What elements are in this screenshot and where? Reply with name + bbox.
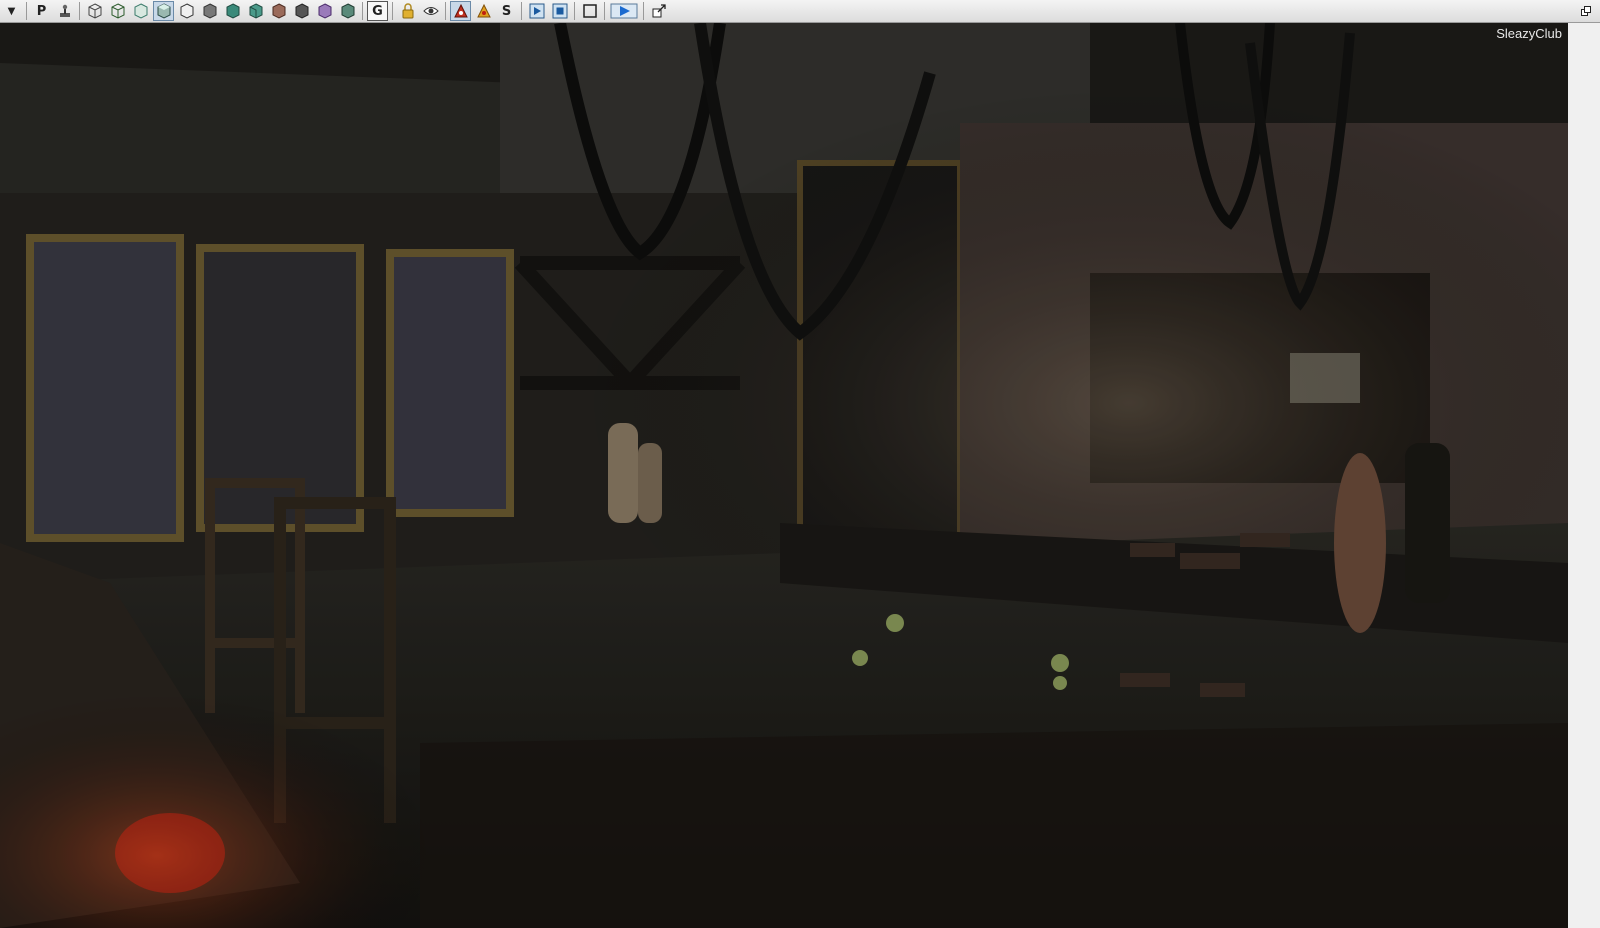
reflections-cube-icon xyxy=(318,3,331,19)
streaming-volumes-button[interactable] xyxy=(450,1,471,21)
toolbar-separator xyxy=(445,2,446,20)
brush-wireframe-cube-icon xyxy=(111,3,124,19)
post-process-icon xyxy=(476,3,491,18)
lock-view-button[interactable] xyxy=(397,1,418,21)
joystick-icon xyxy=(59,4,70,17)
maximize-viewport-button[interactable] xyxy=(579,1,600,21)
texture-density-view-button[interactable] xyxy=(245,1,266,21)
detach-icon xyxy=(652,4,666,18)
unlit-cube-icon xyxy=(134,3,147,19)
toolbar-separator xyxy=(362,2,363,20)
toolbar-separator xyxy=(604,2,605,20)
sound-button[interactable]: S xyxy=(496,1,517,21)
streaming-volumes-icon xyxy=(453,3,468,18)
play-box-icon xyxy=(529,3,544,19)
brush-wireframe-view-button[interactable] xyxy=(107,1,128,21)
restore-icon xyxy=(1580,6,1591,16)
toolbar-separator xyxy=(574,2,575,20)
collision-cube-icon xyxy=(341,3,354,19)
post-process-button[interactable] xyxy=(473,1,494,21)
toolbar-separator xyxy=(392,2,393,20)
realtime-toggle-button[interactable] xyxy=(54,1,75,21)
lighting-only-cube-icon xyxy=(203,3,216,19)
wireframe-view-button[interactable] xyxy=(84,1,105,21)
3d-viewport[interactable]: SleazyClub xyxy=(0,23,1568,928)
wireframe-cube-icon xyxy=(88,3,101,19)
matinee-preview-button[interactable] xyxy=(526,1,547,21)
lightmap-density-cube-icon xyxy=(295,3,308,19)
toolbar-separator xyxy=(643,2,644,20)
level-name-label: SleazyClub xyxy=(1496,26,1562,41)
collision-view-button[interactable] xyxy=(337,1,358,21)
toolbar-separator xyxy=(79,2,80,20)
viewport-toolbar: ▼ P G S xyxy=(0,0,1600,23)
lit-view-button[interactable] xyxy=(153,1,174,21)
restore-window-button[interactable] xyxy=(1575,1,1596,21)
toolbar-separator xyxy=(521,2,522,20)
menu-dropdown-button[interactable]: ▼ xyxy=(1,1,22,21)
lit-cube-icon xyxy=(157,3,170,19)
play-icon xyxy=(610,3,638,19)
scene-render xyxy=(0,23,1568,928)
maximize-icon xyxy=(582,4,597,18)
shader-complexity-cube-icon xyxy=(272,3,285,19)
play-in-viewport-button[interactable] xyxy=(609,1,639,21)
side-panel-strip xyxy=(1568,23,1600,928)
texture-density-cube-icon xyxy=(249,3,262,19)
light-complexity-view-button[interactable] xyxy=(222,1,243,21)
detail-lighting-view-button[interactable] xyxy=(176,1,197,21)
lighting-only-view-button[interactable] xyxy=(199,1,220,21)
game-view-button[interactable]: G xyxy=(367,1,388,21)
shader-complexity-view-button[interactable] xyxy=(268,1,289,21)
eye-icon xyxy=(422,7,439,15)
unlit-view-button[interactable] xyxy=(130,1,151,21)
stop-box-icon xyxy=(552,3,567,19)
lightmap-density-view-button[interactable] xyxy=(291,1,312,21)
perspective-toggle-button[interactable]: P xyxy=(31,1,52,21)
stop-button[interactable] xyxy=(549,1,570,21)
toolbar-separator xyxy=(26,2,27,20)
show-flags-button[interactable] xyxy=(420,1,441,21)
detail-lighting-cube-icon xyxy=(180,3,193,19)
reflections-view-button[interactable] xyxy=(314,1,335,21)
detach-viewport-button[interactable] xyxy=(648,1,669,21)
light-complexity-cube-icon xyxy=(226,3,239,19)
lock-icon xyxy=(402,3,413,19)
